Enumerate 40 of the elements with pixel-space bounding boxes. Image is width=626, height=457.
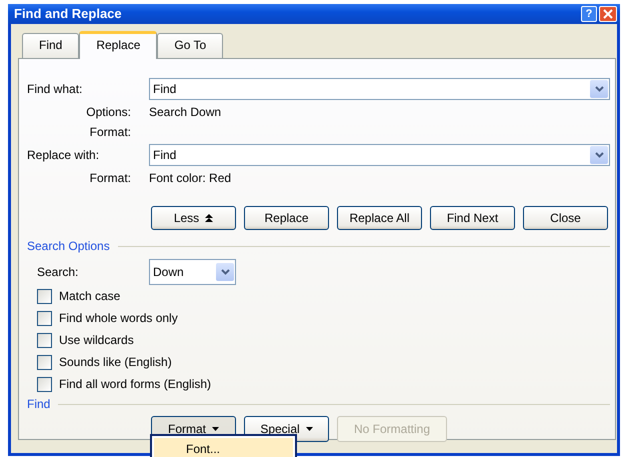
- double-caret-up-icon: [205, 214, 214, 222]
- field-label: Format:: [88, 170, 132, 186]
- checkbox-label: Find all word forms (English): [59, 376, 212, 393]
- checkbox-label: Sounds like (English): [59, 354, 172, 371]
- checkbox[interactable]: [37, 332, 52, 348]
- section-heading: Search Options: [27, 238, 110, 255]
- dialog-button[interactable]: Less: [151, 206, 236, 230]
- dialog-button[interactable]: Close: [523, 206, 608, 230]
- menu-item[interactable]: Font...: [154, 438, 293, 457]
- checkbox-label: Find whole words only: [59, 310, 178, 327]
- find-what-combo[interactable]: Find: [149, 78, 610, 100]
- checkbox-label: Use wildcards: [59, 332, 134, 349]
- field-label: Search:: [36, 264, 80, 281]
- checkbox[interactable]: [37, 354, 52, 370]
- dialog-button[interactable]: Replace All: [337, 206, 422, 230]
- window-title: Find and Replace: [14, 5, 123, 24]
- section-heading: Find: [27, 396, 50, 413]
- help-button[interactable]: ?: [581, 6, 597, 22]
- caret-icon: [212, 427, 219, 431]
- dialog-button: No Formatting: [337, 416, 447, 442]
- checkbox[interactable]: [37, 376, 52, 392]
- field-label: Find what:: [27, 81, 84, 98]
- field-label: Options:: [85, 104, 132, 120]
- dialog-button[interactable]: Find Next: [430, 206, 515, 230]
- close-button[interactable]: [599, 6, 617, 22]
- search-direction-combo[interactable]: Down: [149, 259, 236, 285]
- dialog-button[interactable]: Replace: [244, 206, 329, 230]
- checkbox-label: Match case: [59, 288, 120, 305]
- replace-with-combo[interactable]: Find: [149, 144, 610, 166]
- close-icon: [603, 9, 613, 19]
- field-label: Format:: [88, 124, 132, 140]
- field-label: Replace with:: [27, 147, 100, 164]
- tab[interactable]: Replace: [79, 31, 158, 59]
- tab[interactable]: Find: [22, 33, 80, 58]
- tab[interactable]: Go To: [157, 33, 224, 58]
- checkbox[interactable]: [37, 288, 52, 304]
- field-value: Font color: Red: [149, 170, 232, 186]
- checkbox[interactable]: [37, 310, 52, 326]
- field-value: Search Down: [149, 104, 222, 120]
- caret-icon: [306, 427, 313, 431]
